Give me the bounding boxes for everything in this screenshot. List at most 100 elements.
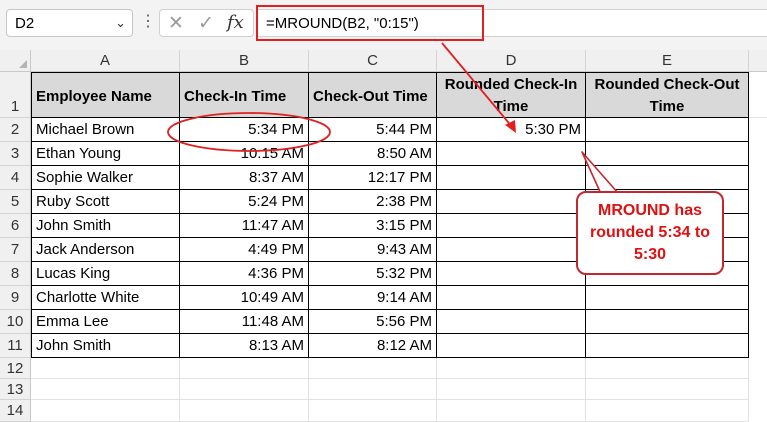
name-box[interactable]: D2 ⌄ (6, 9, 133, 37)
empty-cell[interactable] (31, 400, 180, 422)
table-cell-check-in[interactable]: 4:36 PM (180, 262, 309, 286)
row-header-8[interactable]: 8 (0, 262, 31, 286)
table-cell-name[interactable]: Ruby Scott (31, 190, 180, 214)
table-cell-rounded-in[interactable] (437, 166, 586, 190)
callout-line-3: 5:30 (633, 246, 667, 263)
table-cell-name[interactable]: Lucas King (31, 262, 180, 286)
header-rounded-check-in[interactable]: Rounded Check-In Time (437, 72, 586, 118)
formula-buttons: ✕ ✓ fx (159, 9, 254, 37)
row-header-6[interactable]: 6 (0, 214, 31, 238)
row-header-9[interactable]: 9 (0, 286, 31, 310)
table-cell-rounded-in[interactable] (437, 310, 586, 334)
table-cell-check-out[interactable]: 3:15 PM (309, 214, 437, 238)
table-cell-rounded-out[interactable] (586, 286, 749, 310)
column-header-f[interactable] (749, 50, 767, 72)
column-header-e[interactable]: E (586, 50, 749, 72)
table-cell-name[interactable]: John Smith (31, 214, 180, 238)
table-cell-rounded-out[interactable] (586, 142, 749, 166)
table-cell-name[interactable]: Michael Brown (31, 118, 180, 142)
callout-line-2: rounded 5:34 to (589, 224, 710, 241)
column-header-d[interactable]: D (437, 50, 586, 72)
table-cell-rounded-out[interactable] (586, 334, 749, 358)
empty-cell[interactable] (586, 379, 749, 400)
table-cell-rounded-in[interactable] (437, 190, 586, 214)
table-cell-check-out[interactable]: 8:12 AM (309, 334, 437, 358)
empty-cell[interactable] (309, 358, 437, 379)
empty-cell[interactable] (749, 72, 767, 118)
row-header-1[interactable]: 1 (0, 72, 31, 118)
column-header-b[interactable]: B (180, 50, 309, 72)
table-cell-check-out[interactable]: 5:32 PM (309, 262, 437, 286)
table-cell-check-in[interactable]: 8:13 AM (180, 334, 309, 358)
table-cell-name[interactable]: Emma Lee (31, 310, 180, 334)
empty-cell[interactable] (586, 400, 749, 422)
header-rounded-check-out[interactable]: Rounded Check-Out Time (586, 72, 749, 118)
table-cell-rounded-in[interactable] (437, 334, 586, 358)
row-header-11[interactable]: 11 (0, 334, 31, 358)
table-cell-rounded-out[interactable] (586, 166, 749, 190)
empty-cell[interactable] (437, 379, 586, 400)
table-cell-rounded-out[interactable] (586, 118, 749, 142)
table-cell-check-in[interactable]: 5:34 PM (180, 118, 309, 142)
more-options-icon[interactable]: ⋮ (140, 11, 156, 33)
table-cell-rounded-out[interactable] (586, 310, 749, 334)
row-header-10[interactable]: 10 (0, 310, 31, 334)
cancel-icon[interactable]: ✕ (168, 12, 184, 35)
empty-cell[interactable] (437, 358, 586, 379)
table-cell-check-in[interactable]: 10:49 AM (180, 286, 309, 310)
table-cell-check-in[interactable]: 8:37 AM (180, 166, 309, 190)
table-cell-check-in[interactable]: 11:48 AM (180, 310, 309, 334)
table-cell-check-out[interactable]: 5:56 PM (309, 310, 437, 334)
chevron-down-icon[interactable]: ⌄ (115, 15, 126, 31)
row-header-14[interactable]: 14 (0, 400, 31, 422)
header-employee-name[interactable]: Employee Name (31, 72, 180, 118)
table-cell-check-in[interactable]: 10:15 AM (180, 142, 309, 166)
table-cell-rounded-in[interactable] (437, 262, 586, 286)
empty-cell[interactable] (586, 358, 749, 379)
row-header-7[interactable]: 7 (0, 238, 31, 262)
empty-cell[interactable] (309, 400, 437, 422)
table-cell-rounded-in[interactable]: 5:30 PM (437, 118, 586, 142)
column-header-c[interactable]: C (309, 50, 437, 72)
formula-highlight-box (256, 5, 484, 41)
empty-cell[interactable] (437, 400, 586, 422)
table-cell-rounded-in[interactable] (437, 286, 586, 310)
table-cell-rounded-in[interactable] (437, 142, 586, 166)
header-check-in[interactable]: Check-In Time (180, 72, 309, 118)
row-header-5[interactable]: 5 (0, 190, 31, 214)
table-cell-name[interactable]: Ethan Young (31, 142, 180, 166)
empty-cell[interactable] (31, 379, 180, 400)
table-cell-check-in[interactable]: 5:24 PM (180, 190, 309, 214)
enter-icon[interactable]: ✓ (198, 12, 214, 35)
table-cell-rounded-in[interactable] (437, 214, 586, 238)
empty-cell[interactable] (180, 379, 309, 400)
table-cell-name[interactable]: Charlotte White (31, 286, 180, 310)
table-cell-name[interactable]: Sophie Walker (31, 166, 180, 190)
callout-line-1: MROUND has (597, 202, 702, 219)
row-header-3[interactable]: 3 (0, 142, 31, 166)
row-header-12[interactable]: 12 (0, 358, 31, 379)
empty-cell[interactable] (31, 358, 180, 379)
row-header-13[interactable]: 13 (0, 379, 31, 400)
table-cell-name[interactable]: John Smith (31, 334, 180, 358)
insert-function-icon[interactable]: fx (227, 12, 244, 33)
select-all-corner[interactable] (0, 50, 31, 72)
table-cell-check-out[interactable]: 5:44 PM (309, 118, 437, 142)
table-cell-check-out[interactable]: 2:38 PM (309, 190, 437, 214)
row-header-2[interactable]: 2 (0, 118, 31, 142)
table-cell-check-in[interactable]: 11:47 AM (180, 214, 309, 238)
row-header-4[interactable]: 4 (0, 166, 31, 190)
name-box-value: D2 (15, 15, 35, 32)
header-check-out[interactable]: Check-Out Time (309, 72, 437, 118)
table-cell-check-in[interactable]: 4:49 PM (180, 238, 309, 262)
empty-cell[interactable] (309, 379, 437, 400)
table-cell-name[interactable]: Jack Anderson (31, 238, 180, 262)
empty-cell[interactable] (180, 400, 309, 422)
table-cell-check-out[interactable]: 9:14 AM (309, 286, 437, 310)
table-cell-check-out[interactable]: 8:50 AM (309, 142, 437, 166)
table-cell-check-out[interactable]: 9:43 AM (309, 238, 437, 262)
table-cell-rounded-in[interactable] (437, 238, 586, 262)
empty-cell[interactable] (180, 358, 309, 379)
column-header-a[interactable]: A (31, 50, 180, 72)
table-cell-check-out[interactable]: 12:17 PM (309, 166, 437, 190)
